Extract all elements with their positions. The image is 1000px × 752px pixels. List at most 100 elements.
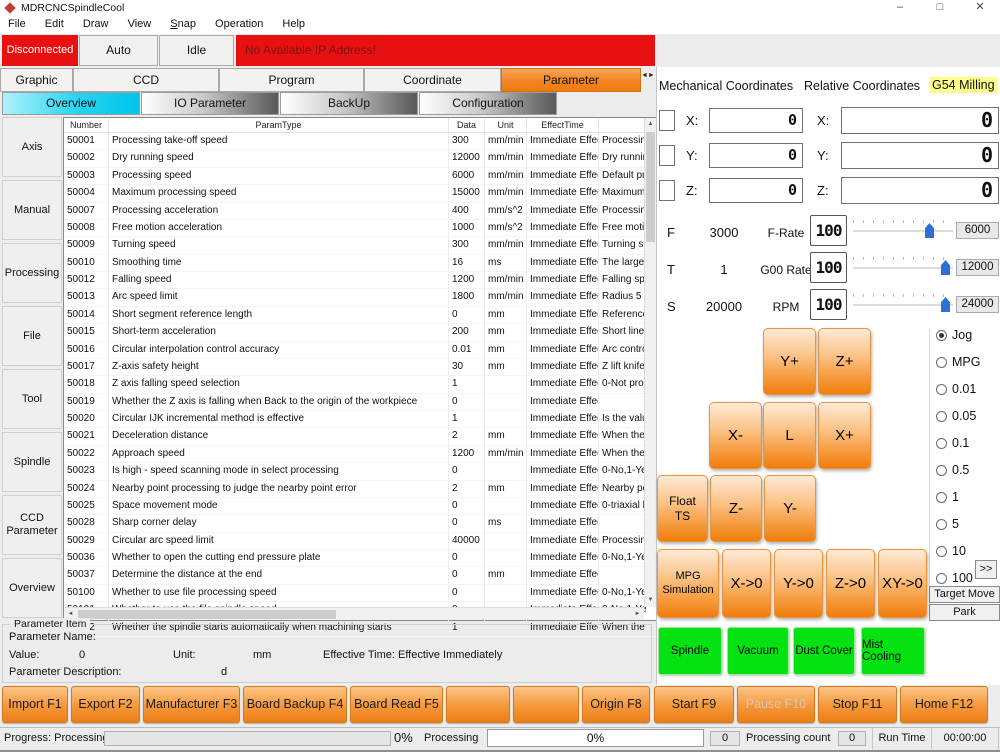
mode-button-auto[interactable]: Auto bbox=[79, 35, 158, 66]
mpg-mode-radio[interactable]: MPG bbox=[936, 355, 980, 369]
origin-f8-button[interactable]: Origin F8 bbox=[582, 686, 650, 723]
tab-ccd[interactable]: CCD bbox=[73, 68, 219, 92]
jog-mode-radio[interactable]: Jog bbox=[936, 328, 972, 342]
table-row[interactable]: 50009 Turning speed 300 mm/min Immediate… bbox=[64, 237, 656, 254]
table-row[interactable]: 50014 Short segment reference length 0 m… bbox=[64, 307, 656, 324]
table-row[interactable]: 50020 Circular IJK incremental method is… bbox=[64, 411, 656, 428]
sidebar-item-manual[interactable]: Manual bbox=[2, 180, 62, 240]
scroll-up-icon[interactable]: ▲ bbox=[645, 118, 656, 131]
scroll-down-icon[interactable]: ▼ bbox=[645, 594, 656, 607]
step-radio[interactable]: 0.5 bbox=[936, 463, 976, 490]
subtab-backup[interactable]: BackUp bbox=[280, 92, 418, 115]
axis-z-checkbox[interactable] bbox=[659, 180, 675, 201]
vacuum-toggle-button[interactable]: Vacuum bbox=[727, 627, 789, 675]
table-row[interactable]: 50022 Approach speed 1200 mm/min Immedia… bbox=[64, 446, 656, 463]
float-ts-button[interactable]: Float TS bbox=[657, 475, 708, 542]
spindle-toggle-button[interactable]: Spindle bbox=[658, 627, 722, 675]
vertical-scrollbar[interactable]: ▲ ▼ bbox=[644, 118, 656, 607]
sidebar-item-ccd-parameter[interactable]: CCD Parameter bbox=[2, 495, 62, 555]
col-header-paramtype[interactable]: ParamType bbox=[109, 118, 449, 132]
jog-x-plus-button[interactable]: X+ bbox=[818, 402, 871, 469]
axis-x-checkbox[interactable] bbox=[659, 110, 675, 131]
y-to-zero-button[interactable]: Y->0 bbox=[774, 549, 823, 618]
sidebar-item-spindle[interactable]: Spindle bbox=[2, 432, 62, 492]
horizontal-scrollbar[interactable]: ◄ ► bbox=[64, 607, 644, 620]
board-read-f5-button[interactable]: Board Read F5 bbox=[350, 686, 443, 723]
sidebar-item-tool[interactable]: Tool bbox=[2, 369, 62, 429]
xy-to-zero-button[interactable]: XY->0 bbox=[878, 549, 927, 618]
jog-x-minus-button[interactable]: X- bbox=[709, 402, 762, 469]
step-radio[interactable]: 0.01 bbox=[936, 382, 976, 409]
step-radio[interactable]: 0.05 bbox=[936, 409, 976, 436]
import-f1-button[interactable]: Import F1 bbox=[2, 686, 68, 723]
start-f9-button[interactable]: Start F9 bbox=[654, 686, 734, 723]
close-button[interactable]: ✕ bbox=[960, 0, 1000, 16]
wcs-g54-badge[interactable]: G54 Milling bbox=[929, 77, 998, 93]
col-header-effecttime[interactable]: EffectTime bbox=[527, 118, 599, 132]
tab-program[interactable]: Program bbox=[219, 68, 364, 92]
manufacturer-f3-button[interactable]: Manufacturer F3 bbox=[143, 686, 240, 723]
table-row[interactable]: 50001 Processing take-off speed 300 mm/m… bbox=[64, 133, 656, 150]
g00-slider-thumb[interactable] bbox=[941, 260, 950, 275]
table-row[interactable]: 50037 Determine the distance at the end … bbox=[64, 567, 656, 584]
g00-rate-slider[interactable] bbox=[853, 267, 953, 269]
sidebar-item-processing[interactable]: Processing bbox=[2, 243, 62, 303]
vertical-scroll-thumb[interactable] bbox=[646, 132, 655, 242]
menu-operation[interactable]: Operation bbox=[207, 17, 271, 31]
table-row[interactable]: 50010 Smoothing time 16 ms Immediate Eff… bbox=[64, 255, 656, 272]
tab-parameter[interactable]: Parameter bbox=[501, 68, 641, 92]
board-backup-f4-button[interactable]: Board Backup F4 bbox=[243, 686, 347, 723]
f-rate-slider[interactable] bbox=[853, 230, 953, 232]
step-radio[interactable]: 5 bbox=[936, 517, 976, 544]
table-row[interactable]: 50024 Nearby point processing to judge t… bbox=[64, 481, 656, 498]
mpg-simulation-button[interactable]: MPG Simulation bbox=[657, 549, 719, 618]
table-row[interactable]: 50029 Circular arc speed limit 40000 Imm… bbox=[64, 533, 656, 550]
table-row[interactable]: 50036 Whether to open the cutting end pr… bbox=[64, 550, 656, 567]
jog-y-plus-button[interactable]: Y+ bbox=[763, 328, 816, 395]
table-row[interactable]: 50002 Dry running speed 12000 mm/min Imm… bbox=[64, 150, 656, 167]
park-button[interactable]: Park bbox=[929, 604, 1000, 621]
menu-view[interactable]: View bbox=[120, 17, 160, 31]
table-row[interactable]: 50025 Space movement mode 0 Immediate Ef… bbox=[64, 498, 656, 515]
table-row[interactable]: 50015 Short-term acceleration 200 mm Imm… bbox=[64, 324, 656, 341]
subtab-configuration[interactable]: Configuration bbox=[419, 92, 557, 115]
jog-z-minus-button[interactable]: Z- bbox=[710, 475, 762, 542]
horizontal-scroll-thumb[interactable] bbox=[78, 610, 336, 619]
step-radio[interactable]: 1 bbox=[936, 490, 976, 517]
maximize-button[interactable]: □ bbox=[920, 0, 960, 16]
tab-graphic[interactable]: Graphic bbox=[0, 68, 73, 92]
blank-f6-button[interactable] bbox=[446, 686, 510, 723]
minimize-button[interactable]: – bbox=[880, 0, 920, 16]
col-header-description[interactable] bbox=[599, 118, 646, 132]
target-move-button[interactable]: Target Move bbox=[929, 586, 1000, 603]
table-row[interactable]: 50028 Sharp corner delay 0 ms Immediate … bbox=[64, 515, 656, 532]
x-to-zero-button[interactable]: X->0 bbox=[722, 549, 771, 618]
jog-z-plus-button[interactable]: Z+ bbox=[818, 328, 871, 395]
step-radio[interactable]: 10 bbox=[936, 544, 976, 571]
table-row[interactable]: 50007 Processing acceleration 400 mm/s^2… bbox=[64, 203, 656, 220]
table-row[interactable]: 50018 Z axis falling speed selection 1 I… bbox=[64, 376, 656, 393]
col-header-number[interactable]: Number bbox=[64, 118, 109, 132]
table-row[interactable]: 50021 Deceleration distance 2 mm Immedia… bbox=[64, 428, 656, 445]
table-row[interactable]: 50023 Is high - speed scanning mode in s… bbox=[64, 463, 656, 480]
dust-cover-toggle-button[interactable]: Dust Cover bbox=[793, 627, 855, 675]
subtab-overview[interactable]: Overview bbox=[2, 92, 140, 115]
table-row[interactable]: 50008 Free motion acceleration 1000 mm/s… bbox=[64, 220, 656, 237]
sidebar-item-axis[interactable]: Axis bbox=[2, 117, 62, 177]
sidebar-item-overview[interactable]: Overview bbox=[2, 558, 62, 618]
scroll-right-icon[interactable]: ► bbox=[631, 608, 644, 620]
table-row[interactable]: 50004 Maximum processing speed 15000 mm/… bbox=[64, 185, 656, 202]
axis-y-checkbox[interactable] bbox=[659, 145, 675, 166]
rpm-slider-thumb[interactable] bbox=[941, 297, 950, 312]
subtab-io-parameter[interactable]: IO Parameter bbox=[141, 92, 279, 115]
table-row[interactable]: 50017 Z-axis safety height 30 mm Immedia… bbox=[64, 359, 656, 376]
jog-y-minus-button[interactable]: Y- bbox=[764, 475, 816, 542]
table-row[interactable]: 50019 Whether the Z axis is falling when… bbox=[64, 394, 656, 411]
mist-cooling-toggle-button[interactable]: Mist Cooling bbox=[861, 627, 925, 675]
col-header-data[interactable]: Data bbox=[449, 118, 485, 132]
blank-f7-button[interactable] bbox=[513, 686, 579, 723]
tab-coordinate[interactable]: Coordinate bbox=[364, 68, 501, 92]
table-row[interactable]: 50013 Arc speed limit 1800 mm/min Immedi… bbox=[64, 289, 656, 306]
menu-edit[interactable]: Edit bbox=[37, 17, 72, 31]
step-more-button[interactable]: >> bbox=[975, 560, 997, 579]
